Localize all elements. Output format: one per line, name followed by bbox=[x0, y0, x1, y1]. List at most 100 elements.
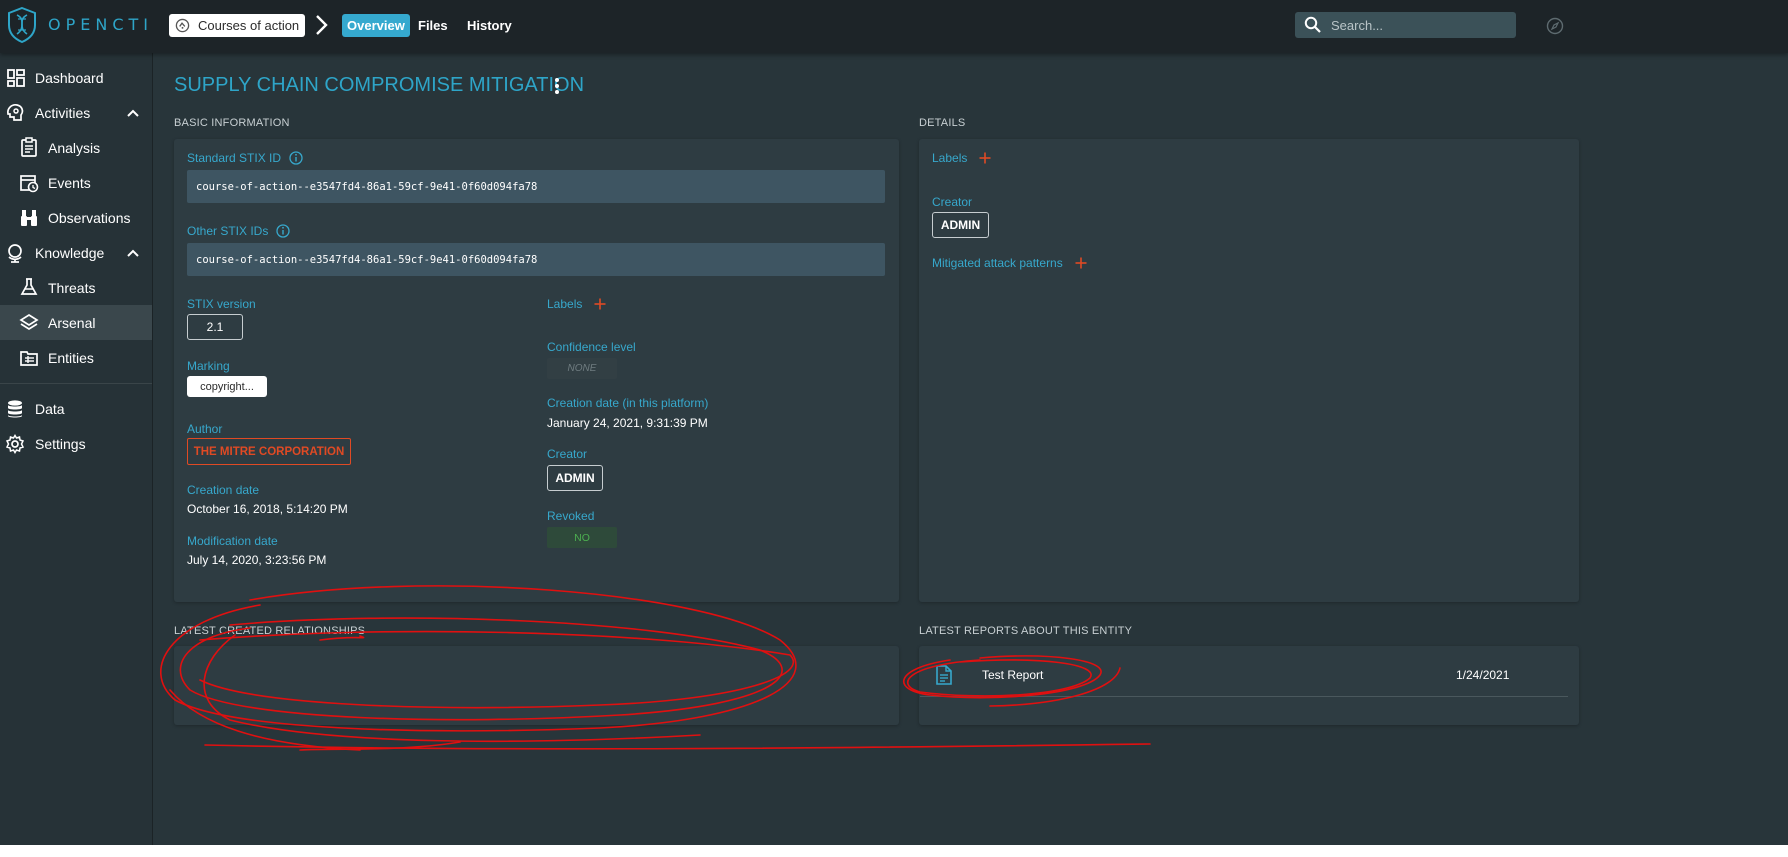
compass-icon[interactable] bbox=[1546, 17, 1564, 35]
sidebar-label: Threats bbox=[48, 279, 96, 296]
latest-relationships-panel bbox=[174, 646, 899, 725]
sidebar-item-knowledge[interactable]: Knowledge bbox=[0, 235, 152, 270]
creator-label: Creator bbox=[547, 447, 588, 461]
field-label-text: Standard STIX ID bbox=[187, 151, 282, 165]
sidebar-label: Knowledge bbox=[35, 244, 105, 261]
modification-date-label: Modification date bbox=[187, 534, 278, 548]
analysis-icon bbox=[21, 137, 37, 157]
platform-creation-date-value: January 24, 2021, 9:31:39 PM bbox=[547, 416, 708, 430]
creation-date-label: Creation date bbox=[187, 483, 260, 497]
field-label-text: Labels bbox=[932, 151, 968, 165]
field-label-text: Mitigated attack patterns bbox=[932, 256, 1063, 270]
activities-icon bbox=[7, 104, 24, 121]
labels-label: Labels bbox=[547, 297, 606, 311]
standard-stix-id-value: course-of-action--e3547fd4-86a1-59cf-9e4… bbox=[187, 170, 885, 203]
binoculars-icon bbox=[21, 210, 37, 226]
top-bar: OPENCTI Courses of action Overview Files… bbox=[0, 0, 1788, 53]
basic-information-panel bbox=[174, 139, 899, 602]
sidebar-item-arsenal[interactable]: Arsenal bbox=[0, 305, 152, 340]
marking-chip[interactable]: copyright... bbox=[187, 376, 267, 397]
events-icon bbox=[20, 175, 39, 193]
add-attack-pattern-icon[interactable] bbox=[1075, 257, 1087, 269]
database-icon bbox=[8, 400, 22, 418]
sidebar-item-threats[interactable]: Threats bbox=[0, 270, 152, 305]
sidebar-label: Analysis bbox=[48, 139, 101, 156]
other-stix-ids-label: Other STIX IDs bbox=[187, 224, 291, 238]
section-basic-information: BASIC INFORMATION bbox=[174, 117, 290, 129]
sidebar-item-observations[interactable]: Observations bbox=[0, 200, 152, 235]
tab-overview[interactable]: Overview bbox=[342, 14, 410, 37]
section-latest-relationships: LATEST CREATED RELATIONSHIPS bbox=[174, 625, 366, 637]
revoked-label: Revoked bbox=[547, 509, 595, 523]
sidebar-item-data[interactable]: Data bbox=[0, 391, 152, 426]
info-icon[interactable] bbox=[276, 224, 291, 238]
layers-icon bbox=[19, 313, 39, 331]
flask-icon bbox=[20, 278, 38, 295]
search-input[interactable] bbox=[1331, 17, 1501, 33]
sidebar-label: Settings bbox=[35, 435, 86, 452]
revoked-chip: NO bbox=[547, 527, 617, 548]
gear-icon bbox=[5, 434, 25, 454]
marking-label: Marking bbox=[187, 359, 230, 373]
author-label: Author bbox=[187, 422, 223, 436]
breadcrumb-label: Courses of action bbox=[198, 18, 300, 33]
confidence-level-label: Confidence level bbox=[547, 340, 636, 354]
tab-history[interactable]: History bbox=[462, 14, 517, 37]
more-options-icon[interactable] bbox=[551, 76, 563, 96]
tab-files[interactable]: Files bbox=[413, 14, 453, 37]
entities-icon bbox=[20, 351, 38, 366]
sidebar-label: Activities bbox=[35, 104, 91, 121]
platform-creation-date-label: Creation date (in this platform) bbox=[547, 396, 709, 410]
search-bar[interactable] bbox=[1295, 12, 1516, 38]
search-icon bbox=[1304, 16, 1321, 33]
details-creator-label: Creator bbox=[932, 195, 973, 209]
sidebar-item-dashboard[interactable]: Dashboard bbox=[0, 60, 152, 95]
field-label-text: Labels bbox=[547, 297, 583, 311]
field-label-text: Other STIX IDs bbox=[187, 224, 269, 238]
mitigated-attack-patterns-label: Mitigated attack patterns bbox=[932, 256, 1087, 270]
sidebar-item-entities[interactable]: Entities bbox=[0, 340, 152, 375]
chevron-up-icon[interactable] bbox=[126, 246, 140, 260]
report-document-icon bbox=[936, 665, 952, 685]
other-stix-ids-value: course-of-action--e3547fd4-86a1-59cf-9e4… bbox=[187, 243, 885, 276]
modification-date-value: July 14, 2020, 3:23:56 PM bbox=[187, 553, 327, 567]
confidence-level-chip: NONE bbox=[547, 358, 617, 379]
sidebar-item-settings[interactable]: Settings bbox=[0, 426, 152, 461]
author-chip[interactable]: THE MITRE CORPORATION bbox=[187, 438, 351, 465]
chevron-up-icon[interactable] bbox=[126, 106, 140, 120]
creator-chip: ADMIN bbox=[547, 465, 603, 491]
sidebar-label: Events bbox=[48, 174, 91, 191]
page-title: SUPPLY CHAIN COMPROMISE MITIGATION bbox=[174, 74, 585, 96]
stix-version-label: STIX version bbox=[187, 297, 256, 311]
add-label-icon[interactable] bbox=[979, 152, 991, 164]
course-of-action-icon bbox=[175, 18, 190, 33]
details-labels-label: Labels bbox=[932, 151, 991, 165]
chevron-right-icon bbox=[316, 15, 328, 35]
sidebar-label: Observations bbox=[48, 209, 131, 226]
sidebar-item-activities[interactable]: Activities bbox=[0, 95, 152, 130]
globe-icon bbox=[8, 244, 22, 263]
report-date: 1/24/2021 bbox=[1456, 668, 1510, 682]
standard-stix-id-label: Standard STIX ID bbox=[187, 151, 303, 165]
info-icon[interactable] bbox=[289, 151, 303, 165]
sidebar: Dashboard Activities Analysis Events Obs… bbox=[0, 53, 153, 845]
stix-version-chip: 2.1 bbox=[187, 314, 243, 340]
sidebar-item-analysis[interactable]: Analysis bbox=[0, 130, 152, 165]
app-root: OPENCTI Courses of action Overview Files… bbox=[0, 0, 1788, 845]
add-label-icon[interactable] bbox=[594, 298, 606, 310]
details-panel bbox=[919, 139, 1579, 602]
logo-text: OPENCTI bbox=[48, 15, 153, 34]
sidebar-label: Dashboard bbox=[35, 69, 104, 86]
breadcrumb-courses-of-action[interactable]: Courses of action bbox=[169, 14, 306, 37]
sidebar-label: Entities bbox=[48, 349, 94, 366]
dashboard-icon bbox=[7, 69, 25, 87]
sidebar-divider bbox=[0, 383, 152, 384]
sidebar-label: Arsenal bbox=[48, 314, 96, 331]
sidebar-label: Data bbox=[35, 400, 65, 417]
report-row[interactable]: Test Report 1/24/2021 bbox=[920, 654, 1568, 697]
details-creator-chip: ADMIN bbox=[932, 212, 989, 238]
opencti-logo-icon[interactable] bbox=[7, 7, 37, 43]
sidebar-item-events[interactable]: Events bbox=[0, 165, 152, 200]
section-latest-reports: LATEST REPORTS ABOUT THIS ENTITY bbox=[919, 625, 1133, 637]
section-details: DETAILS bbox=[919, 117, 966, 129]
